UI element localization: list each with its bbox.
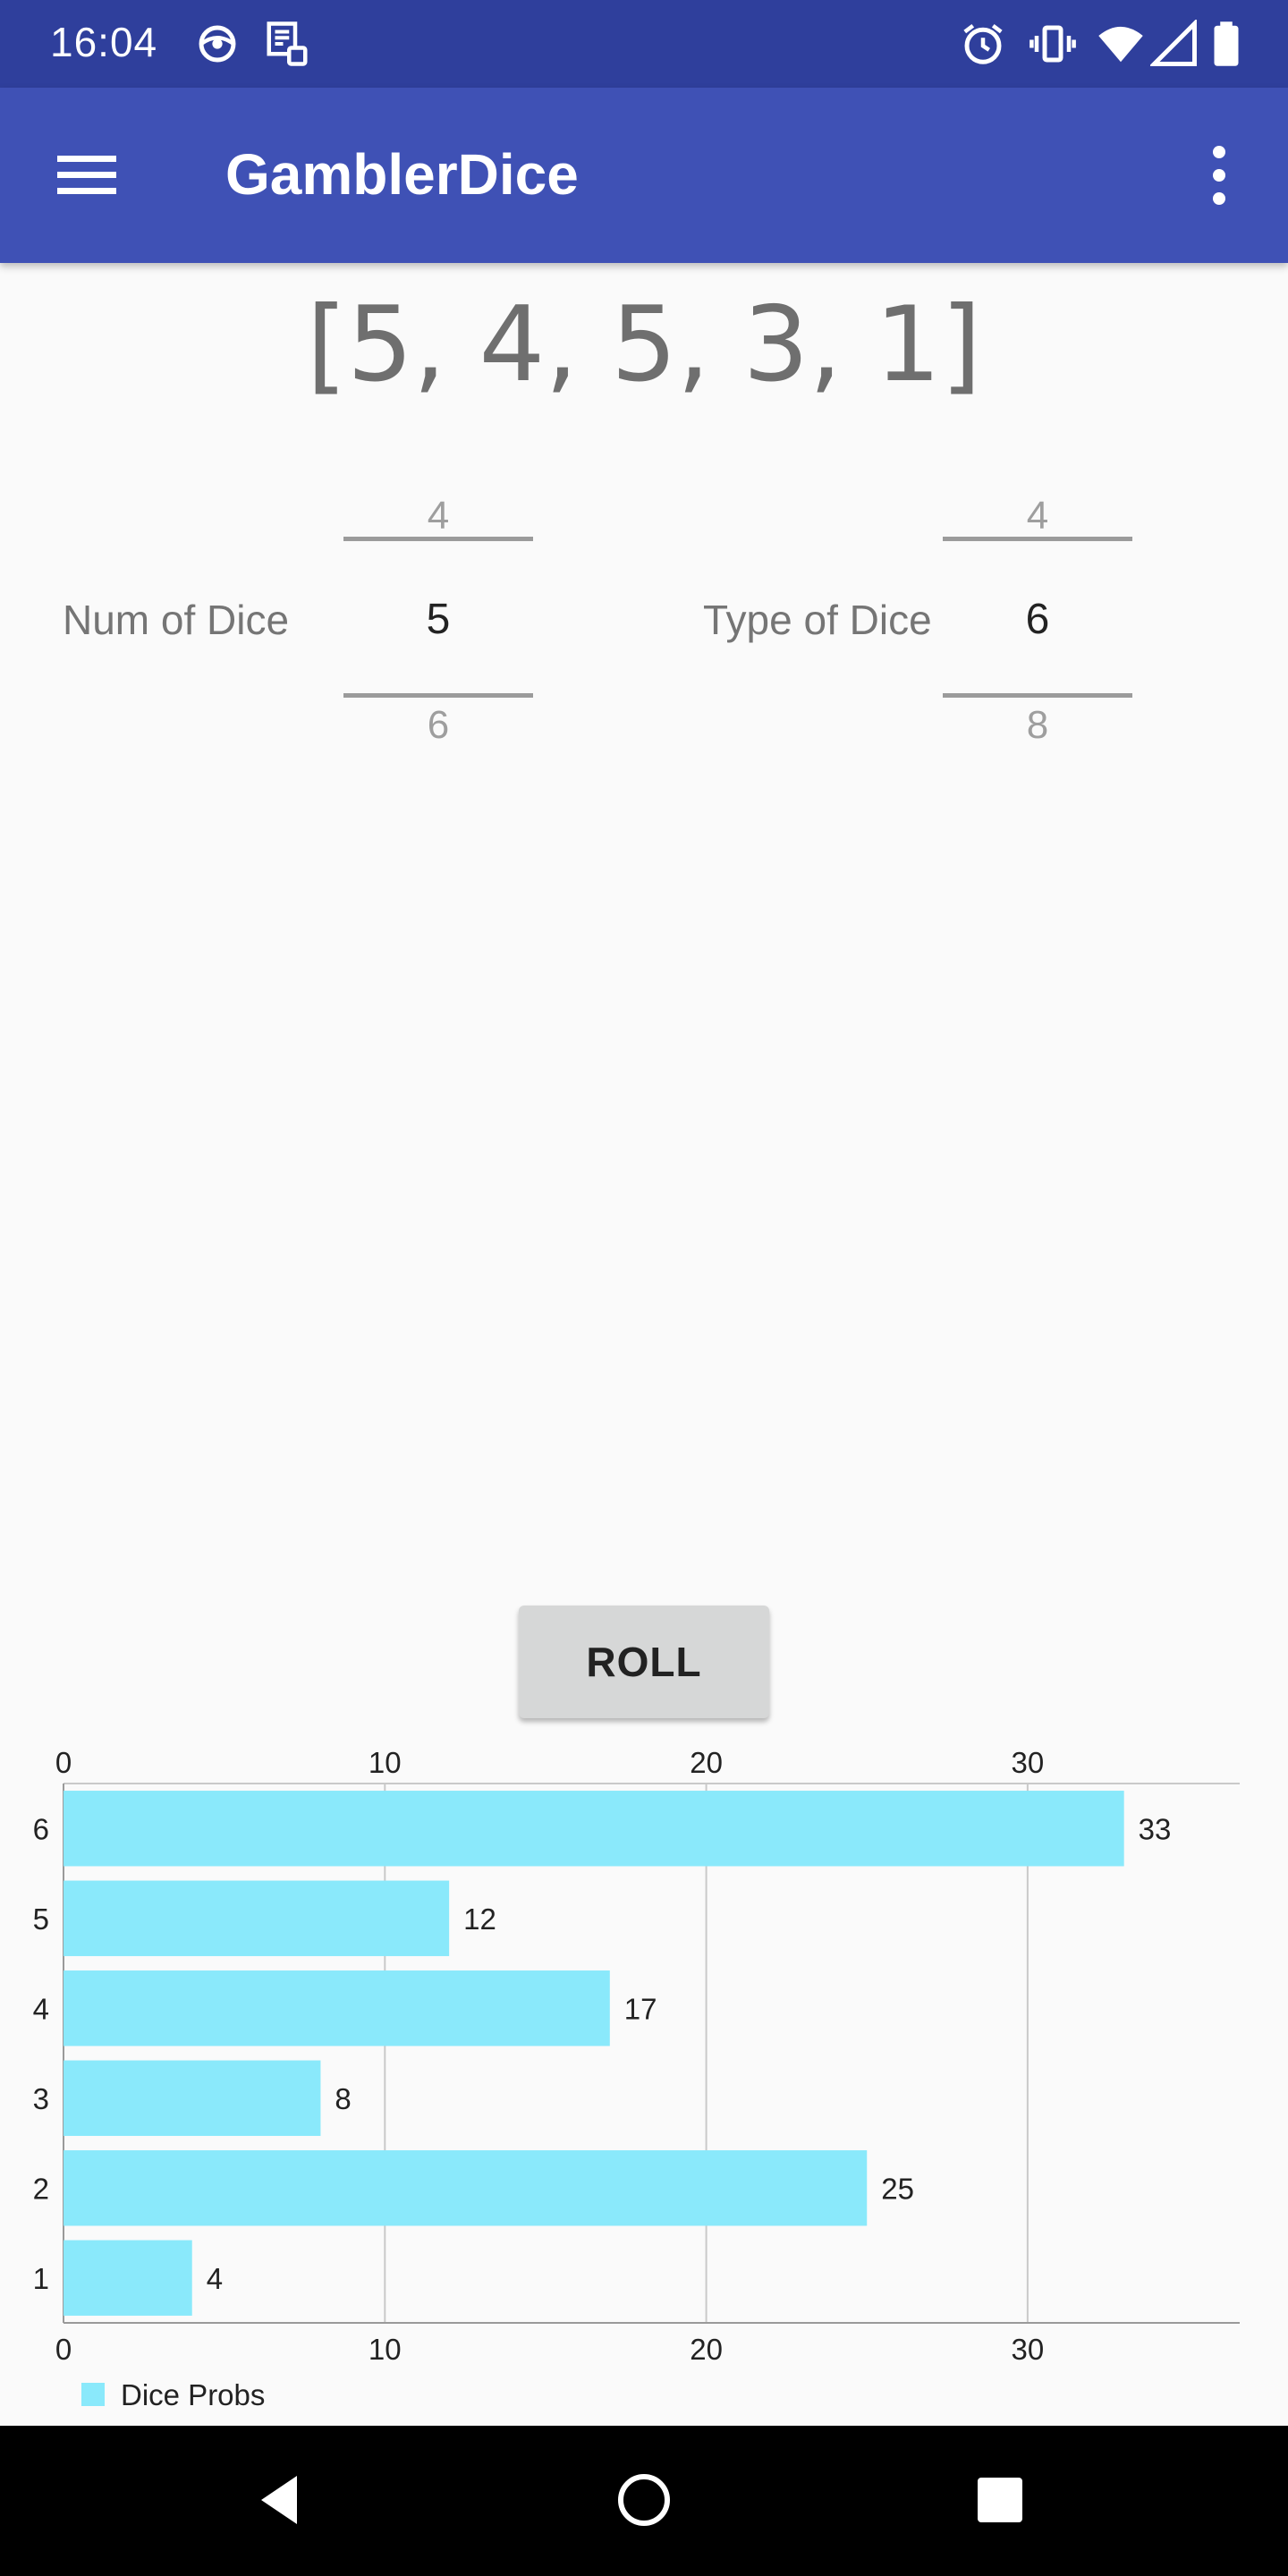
y-tick-label: 4 [33, 1992, 49, 2025]
picker-prev-value[interactable]: 4 [943, 494, 1132, 538]
legend-swatch [81, 2383, 105, 2406]
bar-value-label: 17 [624, 1992, 657, 2025]
home-icon[interactable] [604, 2460, 684, 2540]
bar [64, 2150, 868, 2226]
wifi-icon [1098, 26, 1143, 63]
alarm-icon [963, 23, 1003, 64]
roll-button[interactable]: ROLL [519, 1606, 769, 1718]
num-of-dice-picker[interactable]: 4 5 6 [343, 483, 533, 751]
bar [64, 1791, 1124, 1867]
bar-value-label: 12 [463, 1902, 496, 1936]
picker-divider [343, 693, 533, 698]
picker-next-value[interactable]: 8 [943, 703, 1132, 748]
legend-label: Dice Probs [121, 2378, 265, 2411]
bar [64, 1880, 450, 1956]
vibrate-icon [1030, 25, 1076, 63]
hamburger-menu-icon[interactable] [47, 141, 129, 209]
x-tick-label-bottom: 20 [690, 2333, 723, 2366]
dice-probs-chart: 0 0 10 10 20 20 30 30 1 4 2 25 3 8 4 17 5 12 6 33 Dice Probs [33, 1746, 1240, 2411]
app-title: GamblerDice [225, 142, 579, 207]
bar-value-label: 8 [335, 2082, 351, 2115]
picker-current-value[interactable]: 5 [343, 595, 533, 644]
status-bar: 16:04 [0, 0, 1288, 88]
bar [64, 1970, 610, 2046]
status-time: 16:04 [50, 19, 158, 65]
x-tick-label-top: 10 [369, 1746, 402, 1779]
back-icon[interactable] [243, 2460, 324, 2540]
type-of-dice-label: Type of Dice [703, 597, 932, 643]
app-bar: GamblerDice [0, 88, 1288, 263]
num-of-dice-label: Num of Dice [63, 597, 290, 643]
y-tick-label: 5 [33, 1902, 49, 1936]
cell-signal-icon [1150, 20, 1197, 66]
picker-divider [343, 537, 533, 541]
bar-value-label: 25 [881, 2172, 914, 2205]
y-tick-label: 2 [33, 2172, 49, 2205]
x-tick-label-bottom: 30 [1012, 2333, 1045, 2366]
bar-value-label: 33 [1139, 1812, 1172, 1845]
type-of-dice-picker[interactable]: 4 6 8 [943, 483, 1132, 751]
x-tick-label-top: 20 [690, 1746, 723, 1779]
more-vert-icon[interactable] [1190, 140, 1249, 211]
x-tick-label-top: 0 [55, 1746, 72, 1779]
recents-icon[interactable] [960, 2460, 1040, 2540]
picker-prev-value[interactable]: 4 [343, 494, 533, 538]
navigation-bar [0, 2426, 1288, 2576]
bar [64, 2060, 321, 2136]
battery-icon [1214, 21, 1239, 66]
picker-current-value[interactable]: 6 [943, 595, 1132, 644]
vpn-globe-icon [199, 25, 236, 63]
y-tick-label: 3 [33, 2082, 49, 2115]
y-tick-label: 6 [33, 1812, 49, 1845]
picker-next-value[interactable]: 6 [343, 703, 533, 748]
y-tick-label: 1 [33, 2262, 49, 2295]
picker-divider [943, 537, 1132, 541]
x-tick-label-bottom: 0 [55, 2333, 72, 2366]
picker-divider [943, 693, 1132, 698]
bar [64, 2240, 192, 2316]
x-tick-label-top: 30 [1012, 1746, 1045, 1779]
sync-apps-icon [267, 21, 308, 66]
roll-result: [5, 4, 5, 3, 1] [306, 284, 982, 405]
bar-value-label: 4 [207, 2262, 223, 2295]
x-tick-label-bottom: 10 [369, 2333, 402, 2366]
